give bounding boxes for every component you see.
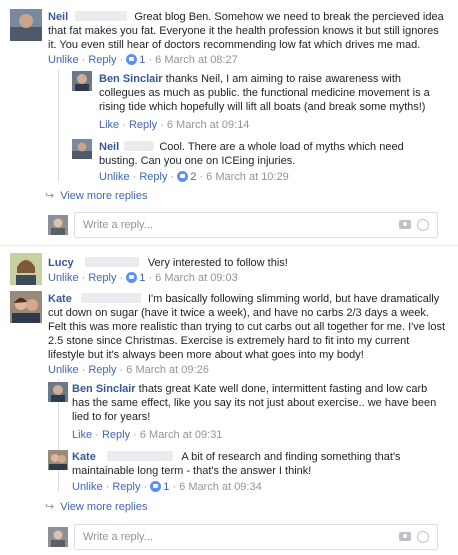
avatar-neil[interactable] <box>72 139 92 159</box>
like-thumb-icon <box>150 481 162 492</box>
blurred-surname <box>84 257 139 267</box>
like-thumb-icon <box>126 272 138 283</box>
comment-text-rest: Can you one on ICEing injuries. <box>140 155 296 167</box>
avatar-neil[interactable] <box>10 9 42 41</box>
reply-link[interactable]: Reply <box>129 119 157 131</box>
reply-input[interactable]: Write a reply... <box>74 524 438 550</box>
view-more-replies[interactable]: ↪ View more replies <box>45 189 147 203</box>
avatar-kate[interactable] <box>10 291 42 323</box>
comment-actions: Unlike · Reply · 6 March at 09:26 <box>48 364 209 376</box>
unlike-link[interactable]: Unlike <box>48 272 79 284</box>
comment-kate: Kate I'm basically following slimming wo… <box>48 292 448 362</box>
comment-actions: Unlike · Reply · 1 · 6 March at 09:34 <box>72 481 262 493</box>
avatar-self <box>48 215 68 235</box>
timestamp[interactable]: 6 March at 08:27 <box>155 54 238 66</box>
camera-icon[interactable] <box>399 532 411 541</box>
author-name[interactable]: Kate <box>48 293 72 305</box>
view-more-label: View more replies <box>60 501 148 513</box>
author-name[interactable]: Neil <box>99 141 119 153</box>
comment-actions: Unlike · Reply · 1 · 6 March at 08:27 <box>48 54 238 66</box>
reply-link[interactable]: Reply <box>88 54 116 66</box>
avatar-kate[interactable] <box>48 450 68 470</box>
reply-thread-line <box>58 70 59 182</box>
like-count[interactable]: 1 <box>139 272 145 284</box>
like-count[interactable]: 2 <box>190 171 196 183</box>
avatar-self <box>48 527 68 547</box>
reply-ben: Ben Sinclair thanks Neil, I am aiming to… <box>99 72 439 114</box>
reply-link[interactable]: Reply <box>112 481 140 493</box>
unlike-link[interactable]: Unlike <box>48 54 79 66</box>
emoji-icon[interactable] <box>417 219 429 231</box>
reply-kate: Kate A bit of research and finding somet… <box>72 450 442 478</box>
reply-neil: Neil Cool. There are a whole load of myt… <box>99 140 439 168</box>
avatar-ben[interactable] <box>48 382 68 402</box>
reply-arrow-icon: ↪ <box>45 501 55 513</box>
author-name[interactable]: Ben Sinclair <box>99 73 163 85</box>
timestamp[interactable]: 6 March at 09:34 <box>179 481 262 493</box>
comment-text-rest: fat makes you fat. Everyone it the healt… <box>48 25 439 51</box>
like-thumb-icon <box>177 171 189 182</box>
blurred-surname <box>124 141 155 151</box>
like-link[interactable]: Like <box>99 119 119 131</box>
like-count[interactable]: 1 <box>163 481 169 493</box>
timestamp[interactable]: 6 March at 09:31 <box>140 429 223 441</box>
comment-text: I'm basically following slimming world, … <box>147 293 440 305</box>
timestamp[interactable]: 6 March at 10:29 <box>206 171 289 183</box>
comment-neil: Neil Great blog Ben. Somehow we need to … <box>48 10 448 52</box>
comment-divider <box>0 245 458 246</box>
avatar-lucy[interactable] <box>10 253 42 285</box>
comment-actions: Like · Reply · 6 March at 09:14 <box>99 119 250 131</box>
comment-text-rest: cut down on sugar (have it twice a week)… <box>48 307 446 361</box>
comment-actions: Unlike · Reply · 1 · 6 March at 09:03 <box>48 272 238 284</box>
reply-arrow-icon: ↪ <box>45 190 55 202</box>
author-name[interactable]: Lucy <box>48 257 74 269</box>
comment-text-rest: maintainable long term - that's the answ… <box>72 465 312 477</box>
view-more-label: View more replies <box>60 190 148 202</box>
avatar-ben[interactable] <box>72 71 92 91</box>
author-name[interactable]: Neil <box>48 11 68 23</box>
timestamp[interactable]: 6 March at 09:26 <box>126 364 209 376</box>
reply-link[interactable]: Reply <box>139 171 167 183</box>
comment-actions: Unlike · Reply · 2 · 6 March at 10:29 <box>99 171 289 183</box>
unlike-link[interactable]: Unlike <box>99 171 130 183</box>
timestamp[interactable]: 6 March at 09:14 <box>167 119 250 131</box>
comment-text: Very interested to follow this! <box>147 257 288 269</box>
blurred-surname <box>80 293 141 303</box>
reply-placeholder: Write a reply... <box>83 219 153 231</box>
like-count[interactable]: 1 <box>139 54 145 66</box>
like-link[interactable]: Like <box>72 429 92 441</box>
author-name[interactable]: Kate <box>72 451 96 463</box>
reply-placeholder: Write a reply... <box>83 531 153 543</box>
timestamp[interactable]: 6 March at 09:03 <box>155 272 238 284</box>
like-thumb-icon <box>126 54 138 65</box>
reply-input[interactable]: Write a reply... <box>74 212 438 238</box>
comment-text: A bit of research and finding something … <box>181 451 401 463</box>
comment-lucy: Lucy Very interested to follow this! <box>48 256 448 270</box>
reply-link[interactable]: Reply <box>88 272 116 284</box>
unlike-link[interactable]: Unlike <box>72 481 103 493</box>
reply-link[interactable]: Reply <box>88 364 116 376</box>
blurred-surname <box>106 451 173 461</box>
blurred-surname <box>75 11 128 21</box>
reply-link[interactable]: Reply <box>102 429 130 441</box>
unlike-link[interactable]: Unlike <box>48 364 79 376</box>
comment-actions: Like · Reply · 6 March at 09:31 <box>72 429 223 441</box>
view-more-replies[interactable]: ↪ View more replies <box>45 500 147 514</box>
camera-icon[interactable] <box>399 220 411 229</box>
author-name[interactable]: Ben Sinclair <box>72 383 136 395</box>
emoji-icon[interactable] <box>417 531 429 543</box>
reply-ben: Ben Sinclair thats great Kate well done,… <box>72 382 442 424</box>
